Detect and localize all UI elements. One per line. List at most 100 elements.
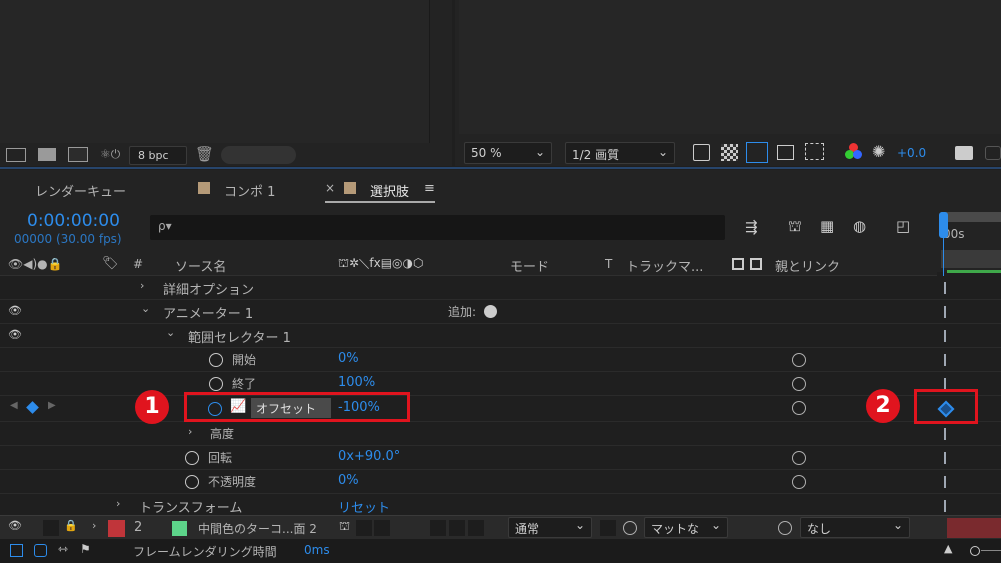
zoom-slider[interactable]	[981, 550, 1001, 551]
stopwatch-icon[interactable]	[185, 451, 199, 465]
new-composition-icon[interactable]	[68, 147, 88, 162]
3d-switch[interactable]	[449, 520, 465, 536]
next-keyframe-icon[interactable]: ▶	[48, 400, 56, 411]
layer-switches-icon[interactable]	[10, 544, 23, 557]
pickwhip-icon[interactable]	[792, 451, 806, 465]
playhead[interactable]	[939, 212, 948, 238]
tab-comp-1[interactable]: コンポ 1	[224, 181, 275, 200]
pickwhip-icon[interactable]	[792, 377, 806, 391]
exposure-value[interactable]: +0.0	[897, 146, 926, 160]
mask-visibility-icon[interactable]	[746, 142, 768, 163]
track-matte-select[interactable]: マットな ⌄	[644, 517, 728, 538]
eye-icon[interactable]: 👁	[8, 304, 22, 317]
property-rotation-value[interactable]: 0x+90.0°	[338, 449, 400, 464]
chevron-right-icon[interactable]: ›	[188, 425, 192, 438]
column-mode[interactable]: モード	[510, 256, 549, 275]
motion-blur-icon[interactable]: ◍	[853, 217, 866, 235]
in-out-icon[interactable]: ⇿	[58, 542, 68, 556]
column-parent-link[interactable]: 親とリンク	[775, 256, 840, 275]
pickwhip-icon[interactable]	[792, 475, 806, 489]
layer-row[interactable]: 👁 🔒 › 2 中間色のターコ...面 2 ⛫ 通常 ⌄ マットな ⌄ なし ⌄	[0, 515, 1001, 539]
prev-keyframe-icon[interactable]: ◀	[10, 400, 18, 411]
trash-icon[interactable]: 🗑	[195, 145, 214, 163]
column-source-name[interactable]: ソース名	[175, 256, 226, 275]
project-panel-content	[0, 0, 430, 143]
property-row: › 高度	[0, 422, 1001, 446]
property-range-selector[interactable]: 範囲セレクター 1	[188, 327, 291, 346]
shy-switch-icon[interactable]: ⛫	[339, 519, 350, 535]
grid-guides-icon[interactable]	[805, 143, 824, 160]
effect-switch[interactable]	[468, 520, 484, 536]
region-of-interest-icon[interactable]	[777, 145, 794, 160]
frame-blending-icon[interactable]: ▦	[820, 217, 834, 235]
pickwhip-icon[interactable]	[778, 521, 792, 535]
chevron-down-icon[interactable]: ⌄	[166, 326, 175, 339]
zoom-slider-handle[interactable]	[970, 546, 980, 556]
scrollbar[interactable]	[221, 146, 296, 164]
layer-name[interactable]: 中間色のターコ...面 2	[198, 520, 317, 537]
eye-icon[interactable]: 👁	[8, 328, 22, 341]
transfer-controls-icon[interactable]	[34, 544, 47, 557]
transform-reset-link[interactable]: リセット	[338, 497, 390, 516]
property-transform[interactable]: トランスフォーム	[139, 497, 242, 516]
property-opacity-value[interactable]: 0%	[338, 473, 359, 488]
quality-switch[interactable]	[374, 520, 390, 536]
work-area-bar[interactable]	[941, 212, 1001, 222]
bpc-button[interactable]: 8 bpc	[129, 146, 187, 165]
parent-select[interactable]: なし ⌄	[800, 517, 910, 538]
chevron-right-icon[interactable]: ›	[92, 519, 96, 532]
lock-icon[interactable]: 🔒	[64, 519, 78, 532]
interpret-footage-icon[interactable]	[6, 148, 26, 162]
pickwhip-icon[interactable]	[792, 401, 806, 415]
tab-render-queue[interactable]: レンダーキュー	[35, 181, 126, 200]
shy-icon[interactable]: ⛫	[788, 217, 802, 237]
av-switches-icon: 👁◀)●🔒	[8, 257, 63, 271]
camera-icon[interactable]	[955, 146, 973, 160]
stopwatch-icon[interactable]	[185, 475, 199, 489]
chevron-right-icon[interactable]: ›	[140, 279, 144, 292]
chevron-right-icon[interactable]: ›	[116, 497, 120, 510]
add-keyframe-icon[interactable]	[26, 401, 39, 414]
render-time-icon[interactable]: ⚑	[80, 542, 91, 556]
eye-icon[interactable]: 👁	[8, 519, 22, 532]
graph-editor-icon[interactable]: ◰	[896, 217, 910, 235]
reset-exposure-icon[interactable]: ✺	[872, 142, 885, 161]
new-folder-icon[interactable]	[38, 148, 56, 161]
layer-duration-bar[interactable]	[947, 518, 1001, 538]
color-depth-icon[interactable]: ⚛⏻	[100, 147, 120, 162]
composition-mini-flowchart-icon[interactable]: ⇶	[745, 218, 758, 236]
preserve-transparency-switch[interactable]	[600, 520, 616, 536]
solo-switch[interactable]	[43, 520, 59, 536]
tab-selection[interactable]: 選択肢	[370, 181, 409, 200]
property-animator[interactable]: アニメーター 1	[163, 303, 253, 322]
column-number[interactable]: #	[133, 257, 143, 271]
layer-label-color[interactable]	[108, 520, 125, 537]
resolution-select[interactable]: 1/2 画質 ⌄	[565, 142, 675, 164]
menu-icon[interactable]: ≡	[424, 181, 435, 196]
collapse-switch[interactable]	[356, 520, 372, 536]
stopwatch-icon[interactable]	[209, 377, 223, 391]
column-preserve-transparency[interactable]: T	[605, 257, 612, 271]
zoom-out-icon[interactable]: ▲	[944, 542, 952, 555]
transparency-grid-icon[interactable]	[721, 144, 738, 161]
current-time[interactable]: 0:00:00:00	[27, 211, 120, 231]
pickwhip-icon[interactable]	[623, 521, 637, 535]
show-snapshot-icon[interactable]	[985, 146, 1001, 160]
chevron-down-icon[interactable]: ⌄	[141, 302, 150, 315]
add-menu-icon[interactable]	[484, 305, 497, 318]
property-height[interactable]: 高度	[210, 425, 234, 442]
fast-preview-icon[interactable]	[693, 144, 710, 161]
property-start-value[interactable]: 0%	[338, 351, 359, 366]
pickwhip-icon[interactable]	[792, 353, 806, 367]
zoom-select[interactable]: 50 % ⌄	[464, 142, 552, 164]
channel-icon[interactable]	[845, 143, 862, 160]
close-icon[interactable]: ×	[325, 181, 335, 195]
property-end-value[interactable]: 100%	[338, 375, 375, 390]
column-track-matte[interactable]: トラックマ...	[626, 256, 703, 275]
blend-mode-select[interactable]: 通常 ⌄	[508, 517, 592, 538]
stopwatch-icon[interactable]	[209, 353, 223, 367]
layer-number: 2	[134, 520, 143, 535]
property-detail-options[interactable]: 詳細オプション	[163, 279, 254, 298]
adjustment-switch[interactable]	[430, 520, 446, 536]
search-input[interactable]: ρ▾	[150, 215, 725, 240]
